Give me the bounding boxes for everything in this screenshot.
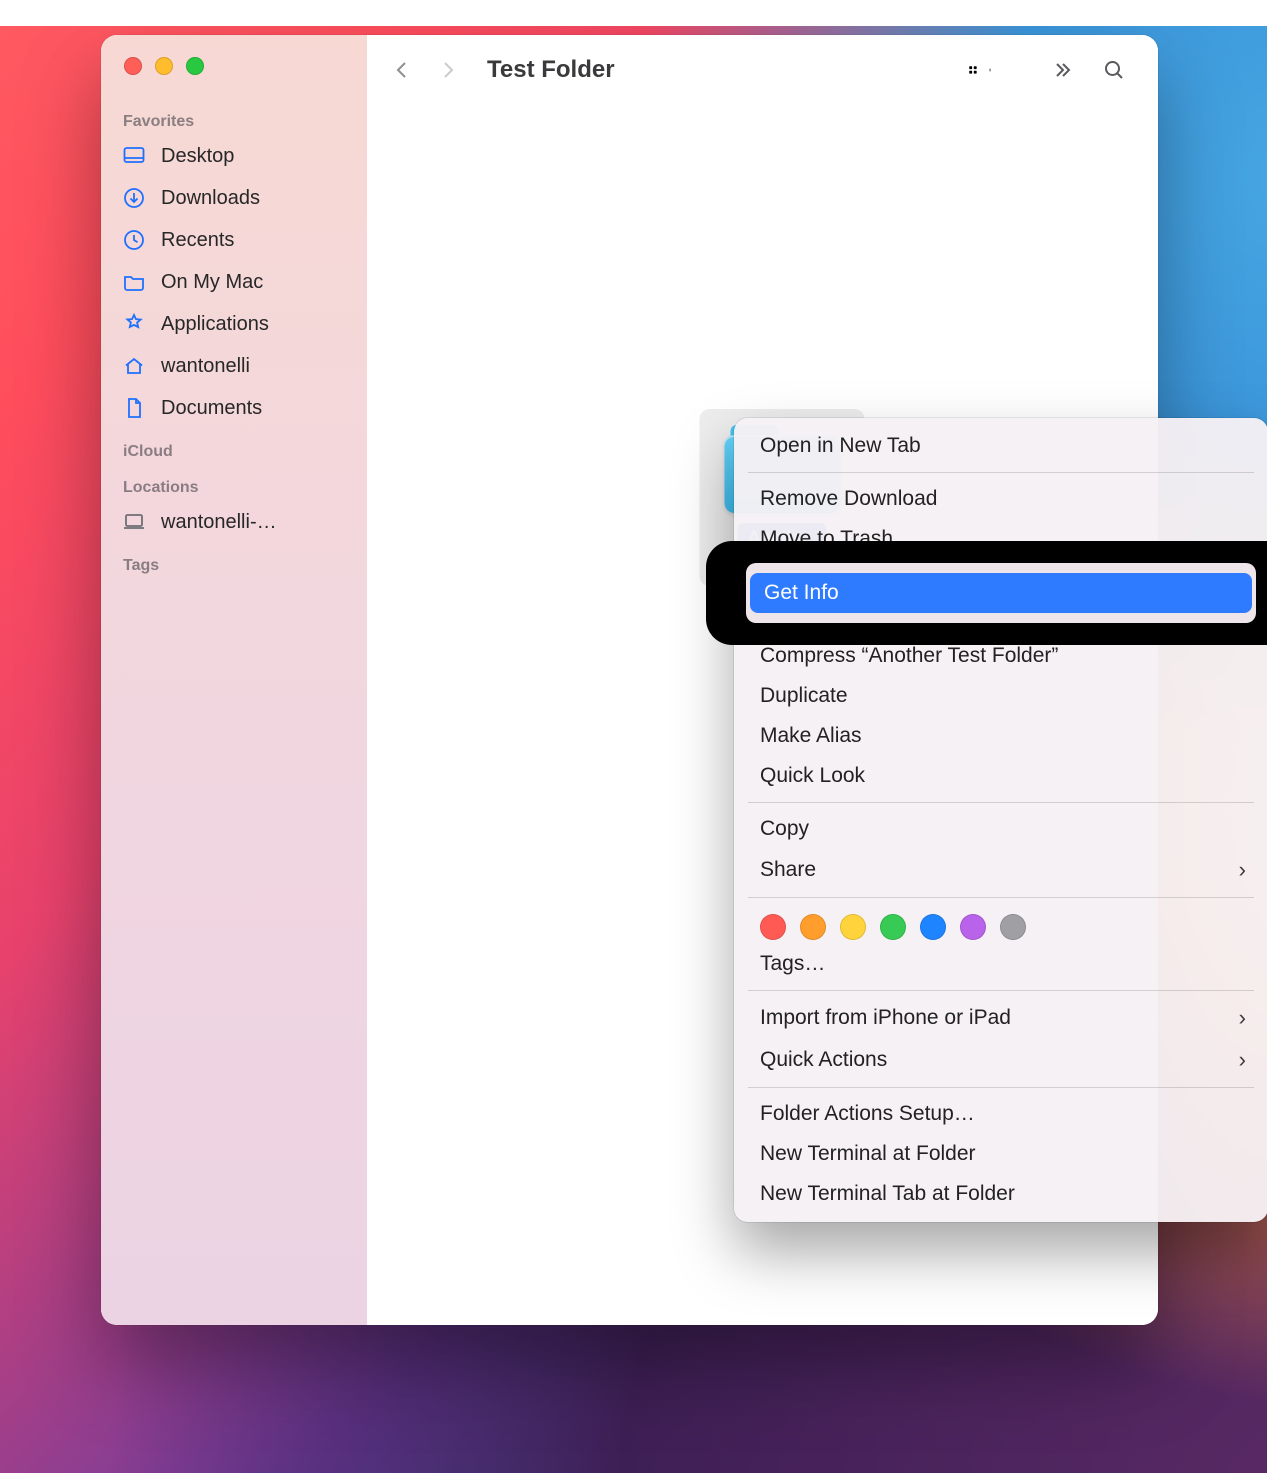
sidebar-section-icloud: iCloud — [101, 429, 367, 465]
menu-item-label: Copy — [760, 817, 809, 841]
toolbar: Test Folder — [367, 35, 1158, 105]
desktop-wallpaper: Favorites Desktop Downloads Recents — [0, 0, 1267, 1473]
menu-item-label: New Terminal Tab at Folder — [760, 1182, 1015, 1206]
menu-item-label: Tags… — [760, 952, 825, 976]
sidebar-section-favorites: Favorites — [101, 99, 367, 135]
menu-item-label: Make Alias — [760, 724, 862, 748]
ctx-new-terminal-at-folder[interactable]: New Terminal at Folder — [734, 1134, 1267, 1174]
ctx-duplicate[interactable]: Duplicate — [734, 676, 1267, 716]
sidebar-item-label: Recents — [161, 229, 234, 252]
sidebar-item-label: wantonelli-… — [161, 511, 277, 534]
window-minimize-button[interactable] — [155, 57, 173, 75]
search-button[interactable] — [1096, 55, 1132, 85]
forward-button[interactable] — [433, 55, 463, 85]
tag-color-yellow[interactable] — [840, 914, 866, 940]
ctx-quick-actions[interactable]: Quick Actions › — [734, 1039, 1267, 1081]
toolbar-overflow-button[interactable] — [1044, 55, 1080, 85]
menu-separator — [748, 990, 1254, 991]
back-button[interactable] — [387, 55, 417, 85]
ctx-quick-look[interactable]: Quick Look — [734, 756, 1267, 796]
content-pane: Test Folder Anoth… Fol… — [367, 35, 1158, 1325]
ctx-get-info[interactable]: Get Info — [750, 573, 1252, 613]
sidebar-item-this-mac[interactable]: wantonelli-… — [101, 501, 367, 543]
sidebar-item-label: wantonelli — [161, 355, 250, 378]
sidebar: Favorites Desktop Downloads Recents — [101, 35, 367, 1325]
menu-item-label: Quick Look — [760, 764, 865, 788]
chevron-right-icon: › — [1239, 1047, 1246, 1073]
tag-color-orange[interactable] — [800, 914, 826, 940]
menu-item-label: Open in New Tab — [760, 434, 921, 458]
menu-separator — [748, 472, 1254, 473]
applications-icon — [121, 311, 147, 337]
view-options-button[interactable] — [968, 59, 994, 81]
recents-icon — [121, 227, 147, 253]
sidebar-item-home[interactable]: wantonelli — [101, 345, 367, 387]
sidebar-item-label: Downloads — [161, 187, 260, 210]
tag-color-red[interactable] — [760, 914, 786, 940]
sidebar-item-downloads[interactable]: Downloads — [101, 177, 367, 219]
downloads-icon — [121, 185, 147, 211]
ctx-tag-colors — [734, 904, 1267, 944]
sidebar-item-desktop[interactable]: Desktop — [101, 135, 367, 177]
sidebar-item-label: Documents — [161, 397, 262, 420]
sidebar-item-on-my-mac[interactable]: On My Mac — [101, 261, 367, 303]
menu-item-label: Get Info — [764, 581, 839, 605]
ctx-get-info-annotation: Get Info — [734, 563, 1267, 623]
laptop-icon — [121, 509, 147, 535]
ctx-tags[interactable]: Tags… — [734, 944, 1267, 984]
window-close-button[interactable] — [124, 57, 142, 75]
sidebar-item-label: Desktop — [161, 145, 234, 168]
chevron-right-icon: › — [1239, 1005, 1246, 1031]
folder-title: Test Folder — [487, 56, 615, 84]
ctx-import-from-iphone[interactable]: Import from iPhone or iPad › — [734, 997, 1267, 1039]
desktop-icon — [121, 143, 147, 169]
ctx-new-terminal-tab-at-folder[interactable]: New Terminal Tab at Folder — [734, 1174, 1267, 1214]
menu-item-label: Duplicate — [760, 684, 848, 708]
documents-icon — [121, 395, 147, 421]
ctx-remove-download[interactable]: Remove Download — [734, 479, 1267, 519]
sidebar-item-label: Applications — [161, 313, 269, 336]
menu-item-label: Quick Actions — [760, 1048, 887, 1072]
sidebar-item-applications[interactable]: Applications — [101, 303, 367, 345]
menu-separator — [748, 897, 1254, 898]
home-icon — [121, 353, 147, 379]
menu-item-label: Share — [760, 858, 816, 882]
tag-color-purple[interactable] — [960, 914, 986, 940]
ctx-share[interactable]: Share › — [734, 849, 1267, 891]
sidebar-item-recents[interactable]: Recents — [101, 219, 367, 261]
tag-color-green[interactable] — [880, 914, 906, 940]
menu-item-label: Folder Actions Setup… — [760, 1102, 975, 1126]
ctx-make-alias[interactable]: Make Alias — [734, 716, 1267, 756]
menu-item-label: Remove Download — [760, 487, 937, 511]
ctx-open-in-new-tab[interactable]: Open in New Tab — [734, 426, 1267, 466]
menu-separator — [748, 802, 1254, 803]
ctx-folder-actions-setup[interactable]: Folder Actions Setup… — [734, 1094, 1267, 1134]
tag-color-gray[interactable] — [1000, 914, 1026, 940]
sidebar-section-tags: Tags — [101, 543, 367, 579]
sidebar-section-locations: Locations — [101, 465, 367, 501]
window-zoom-button[interactable] — [186, 57, 204, 75]
folder-icon — [121, 269, 147, 295]
menu-item-label: New Terminal at Folder — [760, 1142, 976, 1166]
ctx-copy[interactable]: Copy — [734, 809, 1267, 849]
window-traffic-lights — [101, 57, 367, 99]
context-menu: Open in New Tab Remove Download Move to … — [734, 418, 1267, 1222]
tag-color-blue[interactable] — [920, 914, 946, 940]
finder-window: Favorites Desktop Downloads Recents — [101, 35, 1158, 1325]
sidebar-item-label: On My Mac — [161, 271, 263, 294]
menu-separator — [748, 1087, 1254, 1088]
menu-item-label: Import from iPhone or iPad — [760, 1006, 1011, 1030]
sidebar-item-documents[interactable]: Documents — [101, 387, 367, 429]
menu-item-label: Compress “Another Test Folder” — [760, 644, 1058, 668]
chevron-right-icon: › — [1239, 857, 1246, 883]
